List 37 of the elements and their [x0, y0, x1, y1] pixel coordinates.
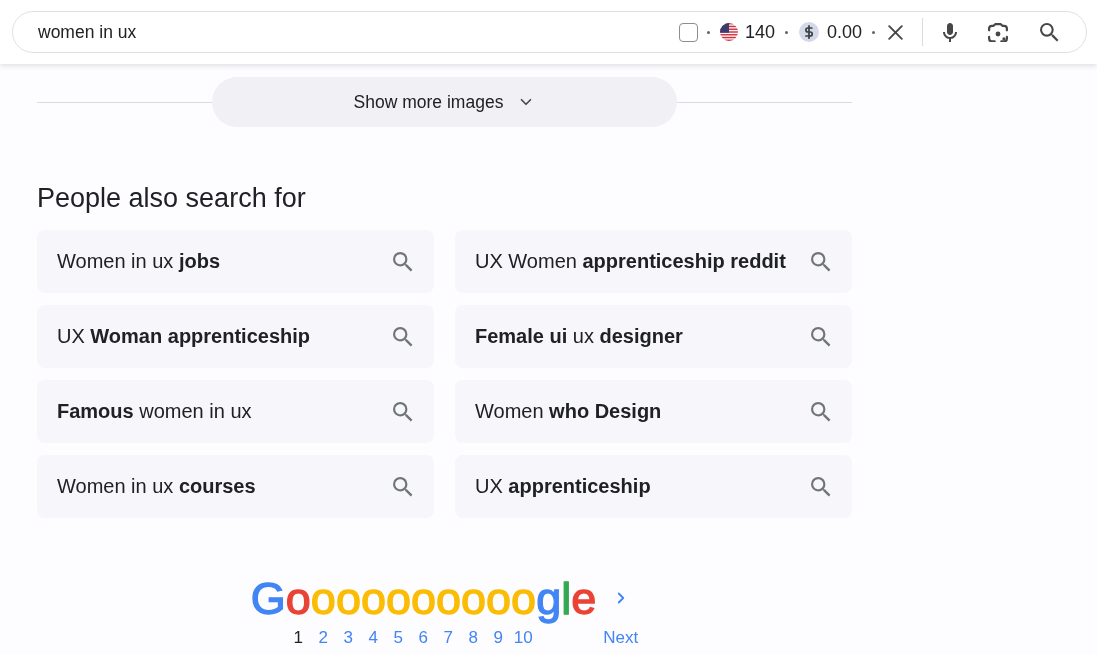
search-icon [393, 326, 413, 347]
flag-icon [719, 23, 738, 41]
page-link[interactable]: 8 [460, 628, 486, 648]
search-icon [811, 476, 831, 497]
page-link[interactable]: 6 [410, 628, 436, 648]
search-icon [393, 401, 413, 422]
search-volume-text: 140 [744, 21, 775, 43]
related-search-chip[interactable]: Women who Design [455, 380, 852, 443]
cost-value-text: 0.00 [826, 21, 862, 43]
dollar-coin-icon [798, 22, 819, 42]
related-search-chip[interactable]: UX Women apprenticeship reddit [455, 230, 852, 293]
page-link[interactable]: 9 [485, 628, 511, 648]
page-link[interactable]: 3 [335, 628, 361, 648]
search-icon [811, 326, 831, 347]
search-box[interactable]: women in ux 140 0.00 [12, 11, 1087, 53]
related-search-chip[interactable]: UX Woman apprenticeship [37, 305, 434, 368]
related-search-chip[interactable]: Women in ux courses [37, 455, 434, 518]
search-icon[interactable] [1040, 22, 1059, 42]
search-icon [811, 251, 831, 272]
search-field[interactable]: women in ux [38, 19, 671, 45]
google-logo: Goooooooooogle [250, 576, 597, 622]
microphone-icon[interactable] [943, 21, 957, 43]
search-icon [811, 401, 831, 422]
related-search-chip[interactable]: Famous women in ux [37, 380, 434, 443]
show-more-images-button[interactable]: Show more images [212, 77, 677, 127]
related-search-chip[interactable]: Female ui ux designer [455, 305, 852, 368]
camera-icon[interactable] [988, 22, 1008, 42]
close-icon[interactable] [888, 24, 903, 40]
related-search-chip[interactable]: UX apprenticeship [455, 455, 852, 518]
section-heading: People also search for [37, 183, 307, 213]
page-link[interactable]: 10 [510, 628, 536, 648]
search-icon [393, 251, 413, 272]
page-link[interactable]: 1 [285, 628, 311, 648]
search-icon [393, 476, 413, 497]
checkbox[interactable] [678, 22, 698, 42]
related-search-chip[interactable]: Women in ux jobs [37, 230, 434, 293]
page-link[interactable]: 2 [310, 628, 336, 648]
